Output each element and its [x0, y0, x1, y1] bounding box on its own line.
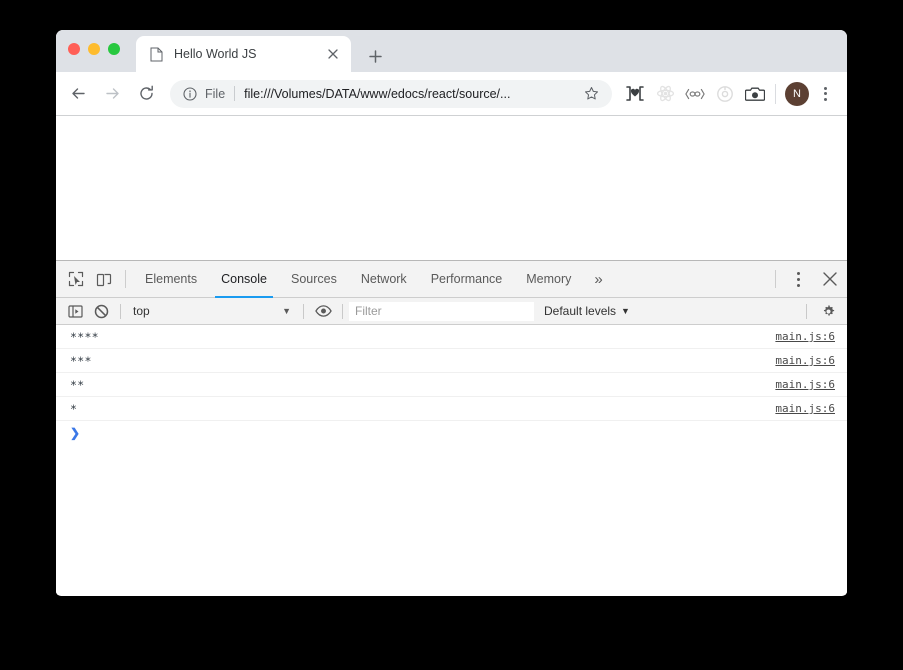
browser-window: Hello World JS File file:///Volumes/DATA…: [56, 30, 847, 596]
devtools-tab-sources[interactable]: Sources: [279, 261, 349, 297]
inspect-element-icon[interactable]: [62, 261, 90, 297]
device-toolbar-icon[interactable]: [90, 261, 118, 297]
devtools-more-tabs-icon[interactable]: »: [583, 261, 613, 297]
console-source-link[interactable]: main.js:6: [775, 354, 835, 367]
menu-dot: [823, 86, 827, 90]
menu-dot: [823, 92, 827, 95]
url-scheme-label: File: [205, 86, 226, 101]
devtools-tab-performance[interactable]: Performance: [419, 261, 515, 297]
clear-console-icon[interactable]: [88, 298, 114, 324]
console-source-link[interactable]: main.js:6: [775, 330, 835, 343]
window-close-button[interactable]: [68, 43, 80, 55]
kebab-dot: [796, 277, 800, 281]
console-message-text: ***: [70, 353, 92, 368]
prompt-caret-icon: ❯: [70, 426, 81, 440]
browser-tab-title: Hello World JS: [174, 47, 257, 61]
devtools-panel: Elements Console Sources Network Perform…: [56, 261, 847, 595]
kebab-dot: [796, 283, 800, 287]
toolbar-divider: [775, 83, 776, 104]
bracket-heart-extension-icon[interactable]: [622, 81, 648, 107]
devtools-divider: [125, 270, 126, 288]
gear-icon[interactable]: [813, 304, 843, 319]
site-info-icon[interactable]: [182, 86, 198, 102]
console-message-row[interactable]: *** main.js:6: [56, 349, 847, 373]
chevron-down-icon: ▼: [282, 306, 291, 316]
console-context-label: top: [133, 304, 150, 318]
console-toolbar-divider: [342, 303, 343, 319]
chevron-down-icon: ▼: [621, 306, 630, 316]
target-extension-icon[interactable]: [712, 81, 738, 107]
tab-close-icon[interactable]: [324, 45, 342, 63]
devtools-tab-elements[interactable]: Elements: [133, 261, 209, 297]
devtools-close-icon[interactable]: [813, 261, 847, 297]
browser-tab-hello-world-js[interactable]: Hello World JS: [136, 36, 351, 72]
window-traffic-lights: [68, 43, 120, 55]
console-filter-input[interactable]: Filter: [349, 301, 534, 321]
console-toolbar-divider: [806, 303, 807, 319]
page-viewport[interactable]: [56, 116, 847, 261]
url-text[interactable]: file:///Volumes/DATA/www/edocs/react/sou…: [244, 87, 576, 101]
console-message-row[interactable]: * main.js:6: [56, 397, 847, 421]
console-toolbar: top ▼ Filter Default levels ▼: [56, 298, 847, 325]
devtools-tabbar-spacer: [614, 261, 768, 297]
kebab-dot: [796, 271, 800, 275]
window-minimize-button[interactable]: [88, 43, 100, 55]
console-log-levels-label: Default levels: [544, 304, 617, 318]
console-message-row[interactable]: **** main.js:6: [56, 325, 847, 349]
reload-button[interactable]: [132, 80, 160, 108]
devtools-settings-menu-button[interactable]: [783, 261, 813, 297]
devtools-tab-network[interactable]: Network: [349, 261, 419, 297]
console-message-text: *: [70, 401, 78, 416]
page-favicon-icon: [148, 46, 164, 62]
menu-dot: [823, 97, 827, 101]
console-message-text: **: [70, 377, 85, 392]
address-bar[interactable]: File file:///Volumes/DATA/www/edocs/reac…: [170, 79, 612, 108]
devtools-tab-memory[interactable]: Memory: [514, 261, 583, 297]
browser-menu-button[interactable]: [813, 82, 837, 106]
console-toolbar-divider: [303, 303, 304, 319]
console-input-prompt[interactable]: ❯: [56, 421, 847, 445]
back-button[interactable]: [64, 80, 92, 108]
bookmark-star-icon[interactable]: [582, 85, 600, 103]
console-message-row[interactable]: ** main.js:6: [56, 373, 847, 397]
console-toolbar-divider: [120, 303, 121, 319]
new-tab-button[interactable]: [361, 42, 389, 70]
console-source-link[interactable]: main.js:6: [775, 378, 835, 391]
omnibox-divider: [234, 86, 236, 101]
console-source-link[interactable]: main.js:6: [775, 402, 835, 415]
react-extension-icon[interactable]: [652, 81, 678, 107]
console-sidebar-toggle-icon[interactable]: [62, 298, 88, 324]
tab-strip: Hello World JS: [56, 30, 847, 72]
profile-avatar[interactable]: N: [785, 81, 809, 106]
console-context-selector[interactable]: top ▼: [127, 304, 297, 318]
browser-toolbar: File file:///Volumes/DATA/www/edocs/reac…: [56, 72, 847, 116]
forward-button[interactable]: [98, 80, 126, 108]
link-extension-icon[interactable]: [682, 81, 708, 107]
console-log-levels-selector[interactable]: Default levels ▼: [534, 304, 640, 318]
devtools-tab-bar: Elements Console Sources Network Perform…: [56, 261, 847, 298]
console-message-text: ****: [70, 329, 99, 344]
live-expression-eye-icon[interactable]: [310, 298, 336, 324]
console-message-list[interactable]: **** main.js:6 *** main.js:6 ** main.js:…: [56, 325, 847, 595]
devtools-tab-console[interactable]: Console: [209, 261, 279, 298]
camera-extension-icon[interactable]: [742, 81, 768, 107]
devtools-divider: [775, 270, 776, 288]
window-zoom-button[interactable]: [108, 43, 120, 55]
